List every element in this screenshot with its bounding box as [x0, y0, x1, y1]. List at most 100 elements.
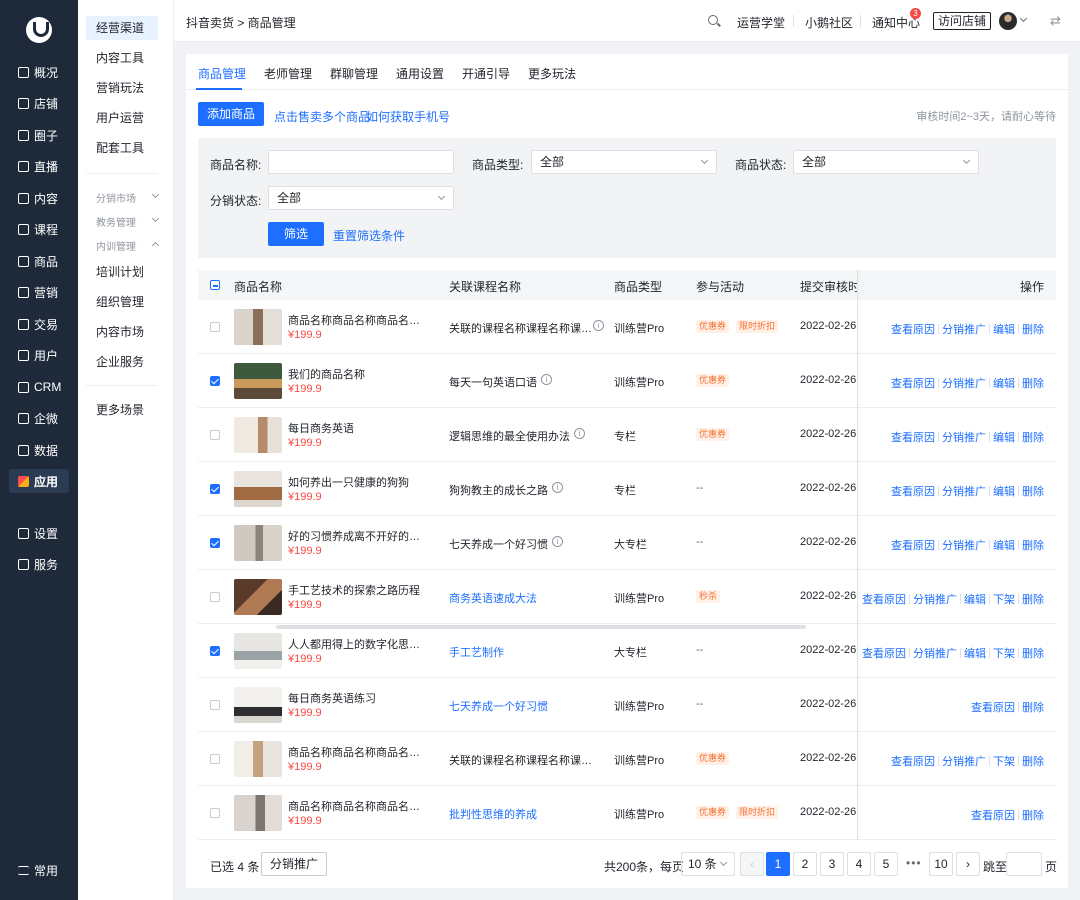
link-community[interactable]: 小鹅社区 — [805, 14, 853, 31]
info-icon[interactable]: i — [574, 428, 585, 439]
op-link[interactable]: 分销推广 — [942, 753, 986, 769]
op-link[interactable]: 编辑 — [993, 375, 1015, 391]
menu2-sub-item[interactable]: 内容市场 — [86, 320, 158, 344]
op-link[interactable]: 查看原因 — [891, 483, 935, 499]
menu2-sub-item[interactable]: 组织管理 — [86, 290, 158, 314]
nav-item-circle[interactable]: 圈子 — [9, 123, 69, 147]
op-link[interactable]: 查看原因 — [862, 591, 906, 607]
tab-0[interactable]: 商品管理 — [198, 65, 246, 82]
row-checkbox[interactable] — [210, 700, 220, 710]
menu2-more-scenes[interactable]: 更多场景 — [86, 398, 158, 422]
op-link[interactable]: 删除 — [1022, 321, 1044, 337]
row-checkbox[interactable] — [210, 646, 220, 656]
nav-item-data[interactable]: 数据 — [9, 438, 69, 462]
op-link[interactable]: 编辑 — [964, 591, 986, 607]
nav-item-common[interactable]: 常用 — [9, 858, 69, 882]
op-link[interactable]: 下架 — [993, 591, 1015, 607]
row-checkbox[interactable] — [210, 754, 220, 764]
op-link[interactable]: 分销推广 — [913, 591, 957, 607]
select-all-checkbox[interactable] — [210, 280, 220, 290]
avatar[interactable] — [999, 12, 1017, 30]
nav-item-crm[interactable]: CRM — [9, 375, 69, 399]
page-button-1[interactable]: 1 — [766, 852, 790, 876]
course-name[interactable]: 批判性思维的养成 — [449, 806, 537, 822]
op-link[interactable]: 删除 — [1022, 537, 1044, 553]
nav-item-service[interactable]: 服务 — [9, 552, 69, 576]
row-checkbox[interactable] — [210, 808, 220, 818]
op-link[interactable]: 分销推广 — [942, 537, 986, 553]
goto-page-input[interactable] — [1006, 852, 1042, 876]
op-link[interactable]: 查看原因 — [891, 429, 935, 445]
op-link[interactable]: 删除 — [1022, 807, 1044, 823]
nav-item-user[interactable]: 用户 — [9, 343, 69, 367]
row-checkbox[interactable] — [210, 430, 220, 440]
menu2-sub-item[interactable]: 企业服务 — [86, 350, 158, 374]
sell-multiple-link[interactable]: 点击售卖多个商品 — [274, 108, 370, 125]
op-link[interactable]: 删除 — [1022, 375, 1044, 391]
page-button-5[interactable]: 5 — [874, 852, 898, 876]
page-button-last[interactable]: 10 — [929, 852, 953, 876]
horizontal-scrollbar[interactable] — [276, 625, 806, 629]
info-icon[interactable]: i — [552, 536, 563, 547]
page-size-select[interactable]: 10 条 — [681, 852, 735, 876]
row-checkbox[interactable] — [210, 592, 220, 602]
op-link[interactable]: 删除 — [1022, 645, 1044, 661]
info-icon[interactable]: i — [541, 374, 552, 385]
row-checkbox[interactable] — [210, 376, 220, 386]
menu2-item[interactable]: 用户运营 — [86, 106, 158, 130]
distribution-status-select[interactable]: 全部 — [268, 186, 454, 210]
op-link[interactable]: 分销推广 — [942, 429, 986, 445]
op-link[interactable]: 下架 — [993, 753, 1015, 769]
menu2-item[interactable]: 配套工具 — [86, 136, 158, 160]
add-product-button[interactable]: 添加商品 — [198, 102, 264, 126]
op-link[interactable]: 分销推广 — [942, 321, 986, 337]
product-status-select[interactable]: 全部 — [793, 150, 979, 174]
op-link[interactable]: 查看原因 — [891, 375, 935, 391]
op-link[interactable]: 删除 — [1022, 699, 1044, 715]
page-button-3[interactable]: 3 — [820, 852, 844, 876]
tab-4[interactable]: 开通引导 — [462, 65, 510, 82]
nav-item-live[interactable]: 直播 — [9, 154, 69, 178]
nav-item-store[interactable]: 店铺 — [9, 91, 69, 115]
op-link[interactable]: 查看原因 — [971, 807, 1015, 823]
op-link[interactable]: 编辑 — [993, 429, 1015, 445]
search-icon[interactable] — [708, 15, 718, 25]
op-link[interactable]: 分销推广 — [942, 375, 986, 391]
op-link[interactable]: 下架 — [993, 645, 1015, 661]
info-icon[interactable]: i — [552, 482, 563, 493]
get-phone-link[interactable]: 如何获取手机号 — [366, 108, 450, 125]
nav-item-marketing[interactable]: 营销 — [9, 280, 69, 304]
op-link[interactable]: 查看原因 — [971, 699, 1015, 715]
row-checkbox[interactable] — [210, 322, 220, 332]
menu2-sub-item[interactable]: 培训计划 — [86, 260, 158, 284]
op-link[interactable]: 查看原因 — [891, 537, 935, 553]
filter-submit-button[interactable]: 筛选 — [268, 222, 324, 246]
tab-2[interactable]: 群聊管理 — [330, 65, 378, 82]
op-link[interactable]: 查看原因 — [891, 753, 935, 769]
op-link[interactable]: 编辑 — [993, 483, 1015, 499]
page-button-4[interactable]: 4 — [847, 852, 871, 876]
menu2-group[interactable]: 教务管理 — [96, 214, 160, 229]
op-link[interactable]: 编辑 — [993, 537, 1015, 553]
tab-3[interactable]: 通用设置 — [396, 65, 444, 82]
row-checkbox[interactable] — [210, 484, 220, 494]
link-ops-school[interactable]: 运营学堂 — [737, 14, 785, 31]
op-link[interactable]: 编辑 — [964, 645, 986, 661]
info-icon[interactable]: i — [593, 320, 604, 331]
reset-filter-link[interactable]: 重置筛选条件 — [333, 227, 405, 244]
nav-item-overview[interactable]: 概况 — [9, 60, 69, 84]
nav-item-course[interactable]: 课程 — [9, 217, 69, 241]
menu2-item[interactable]: 内容工具 — [86, 46, 158, 70]
op-link[interactable]: 删除 — [1022, 753, 1044, 769]
product-name-input[interactable] — [268, 150, 454, 174]
course-name[interactable]: 七天养成一个好习惯 — [449, 698, 548, 714]
op-link[interactable]: 查看原因 — [891, 321, 935, 337]
nav-item-content[interactable]: 内容 — [9, 186, 69, 210]
nav-item-settings[interactable]: 设置 — [9, 521, 69, 545]
page-button-2[interactable]: 2 — [793, 852, 817, 876]
chevron-down-icon[interactable] — [1019, 14, 1028, 23]
op-link[interactable]: 分销推广 — [942, 483, 986, 499]
next-page-icon[interactable]: › — [956, 852, 980, 876]
batch-distribute-button[interactable]: 分销推广 — [261, 852, 327, 876]
op-link[interactable]: 编辑 — [993, 321, 1015, 337]
